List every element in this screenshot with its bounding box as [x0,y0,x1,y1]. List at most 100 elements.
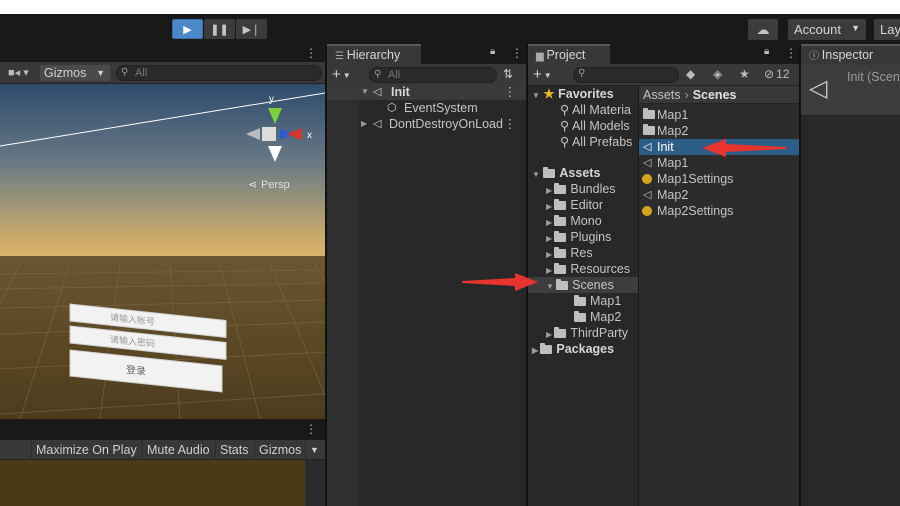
favorite-item[interactable]: ⚲ All Models [560,118,630,134]
camera-icon[interactable]: ■◂ ▾ [8,66,29,79]
create-dropdown[interactable]: + ▼ [533,66,552,83]
kebab-menu-icon[interactable]: ⋮ [504,116,517,132]
mute-audio-toggle[interactable]: Mute Audio [142,440,214,460]
hierarchy-item-label: Init [391,85,410,99]
file-item-map2-folder[interactable]: Map2 [639,123,799,139]
main-toolbar: ▶ ❚❚ ▶❘ ☁ Account ▼ Lay [0,14,900,44]
tab-inspector[interactable]: ⓘ Inspector [801,44,900,64]
play-button[interactable]: ▶ [172,19,203,39]
breadcrumb-current[interactable]: Scenes [693,88,737,102]
expand-arrow-icon: ▶ [546,202,555,211]
search-placeholder: All [135,67,148,79]
folder-label: ThirdParty [570,326,629,340]
account-dropdown[interactable]: Account ▼ [788,19,866,40]
tab-hierarchy[interactable]: ☰ Hierarchy [327,44,421,64]
chevron-down-icon[interactable]: ▼ [305,440,323,460]
breadcrumb-root[interactable]: Assets [643,88,681,102]
unity-scene-icon: ◁ [373,86,382,98]
folder-label: Mono [570,214,602,228]
chevron-down-icon: ▼ [543,70,552,80]
kebab-menu-icon[interactable]: ⋮ [305,46,317,60]
stats-toggle[interactable]: Stats [215,440,253,460]
lock-icon[interactable]: 🔒︎ [764,46,769,57]
folder-label: Plugins [570,230,612,244]
cloud-button[interactable]: ☁ [748,19,778,40]
folder-item-scenes-map2[interactable]: Map2 [574,309,621,325]
expand-arrow-icon[interactable]: ▼ [361,84,369,100]
kebab-menu-icon[interactable]: ⋮ [511,46,523,60]
scene-viewport[interactable]: y x ⋖ Persp 请输入帐号 请输入密码 登录 [0,84,325,419]
create-dropdown[interactable]: + ▼ [332,66,351,83]
game-view[interactable] [0,460,305,506]
folder-item-mono[interactable]: ▶ Mono [546,213,602,229]
file-label: Map1 [657,156,689,170]
tab-label: Hierarchy [346,48,401,62]
gizmos-toggle[interactable]: Gizmos [254,440,305,460]
kebab-menu-icon[interactable]: ⋮ [305,422,317,436]
game-scrollbar[interactable] [305,460,325,506]
hidden-packages-icon[interactable]: ⊘ 12 [764,67,789,81]
folder-item-thirdparty[interactable]: ▶ ThirdParty [546,325,628,341]
step-icon: ▶❘ [242,23,261,36]
plus-icon: + [533,66,542,83]
filter-by-label-icon[interactable]: ◈ [713,67,722,81]
expand-arrow-icon[interactable]: ▶ [361,116,367,132]
maximize-on-play-toggle[interactable]: Maximize On Play [31,440,141,460]
hierarchy-item-eventsystem[interactable]: ⬡ EventSystem [327,100,526,116]
inspector-title: Init (Scen [847,70,900,84]
layout-dropdown[interactable]: Lay [874,19,900,40]
favorite-item[interactable]: ⚲ All Prefabs [560,134,632,150]
folder-item-bundles[interactable]: ▶ Bundles [546,181,616,197]
favorite-item[interactable]: ⚲ All Materia [560,102,631,118]
scene-search-input[interactable]: ⚲ All [116,65,322,81]
kebab-menu-icon[interactable]: ⋮ [504,84,517,100]
pause-button[interactable]: ❚❚ [204,19,235,39]
folder-icon [574,311,586,322]
scene-render: y x ⋖ Persp 请输入帐号 请输入密码 登录 [0,84,325,419]
step-button[interactable]: ▶❘ [236,19,267,39]
tab-project[interactable]: ▆ Project [528,44,610,64]
file-item-map2settings[interactable]: Map2Settings [639,203,799,219]
info-icon: ⓘ [809,51,822,62]
chevron-down-icon: ▼ [96,68,105,78]
unity-scene-icon: ◁ [643,189,652,201]
star-icon[interactable]: ★ [739,67,750,81]
tab-label: Inspector [821,48,874,62]
file-item-map1settings[interactable]: Map1Settings [639,171,799,187]
gizmos-label: Gizmos [44,66,87,80]
folder-label: Map2 [590,310,622,324]
folder-item-scenes[interactable]: ▼ Scenes [528,277,638,293]
axis-x-label: x [307,130,312,141]
favorite-label: All Materia [571,103,631,117]
favorites-header[interactable]: ▼ ★ Favorites [532,86,614,102]
gizmos-dropdown[interactable]: Gizmos ▼ [40,65,110,81]
folder-item-resources[interactable]: ▶ Resources [546,261,630,277]
settings-asset-icon [642,174,652,184]
search-icon: ⚲ [560,103,572,117]
hierarchy-gutter [327,86,359,506]
lock-icon[interactable]: 🔒︎ [490,46,495,57]
hierarchy-search-input[interactable]: ⚲ All [369,67,497,83]
kebab-menu-icon[interactable]: ⋮ [785,46,797,60]
hierarchy-toolbar: + ▼ ⚲ All ⇅ [327,64,526,86]
folder-item-editor[interactable]: ▶ Editor [546,197,603,213]
pause-icon: ❚❚ [210,23,229,36]
packages-header[interactable]: ▶ Packages [532,341,614,357]
star-icon: ★ [543,87,555,101]
folder-icon [554,327,567,338]
folder-label: Editor [570,198,604,212]
folder-item-scenes-map1[interactable]: Map1 [574,293,621,309]
filter-by-type-icon[interactable]: ◆ [686,67,695,81]
file-item-map2-scene[interactable]: ◁ Map2 [639,187,799,203]
folder-label: Resources [570,262,631,276]
folder-item-plugins[interactable]: ▶ Plugins [546,229,611,245]
sort-icon[interactable]: ⇅ [503,67,513,81]
hierarchy-item-dontdestroyonload[interactable]: ▶ ◁ DontDestroyOnLoad ⋮ [327,116,526,132]
folder-item-res[interactable]: ▶ Res [546,245,593,261]
project-search-input[interactable]: ⚲ [573,67,679,83]
search-icon: ⚲ [374,69,382,80]
assets-header[interactable]: ▼ Assets [532,165,600,181]
file-item-map1-folder[interactable]: Map1 [639,107,799,123]
file-label: Map1Settings [657,172,734,186]
hierarchy-item-init[interactable]: ▼ ◁ Init ⋮ [327,84,526,100]
